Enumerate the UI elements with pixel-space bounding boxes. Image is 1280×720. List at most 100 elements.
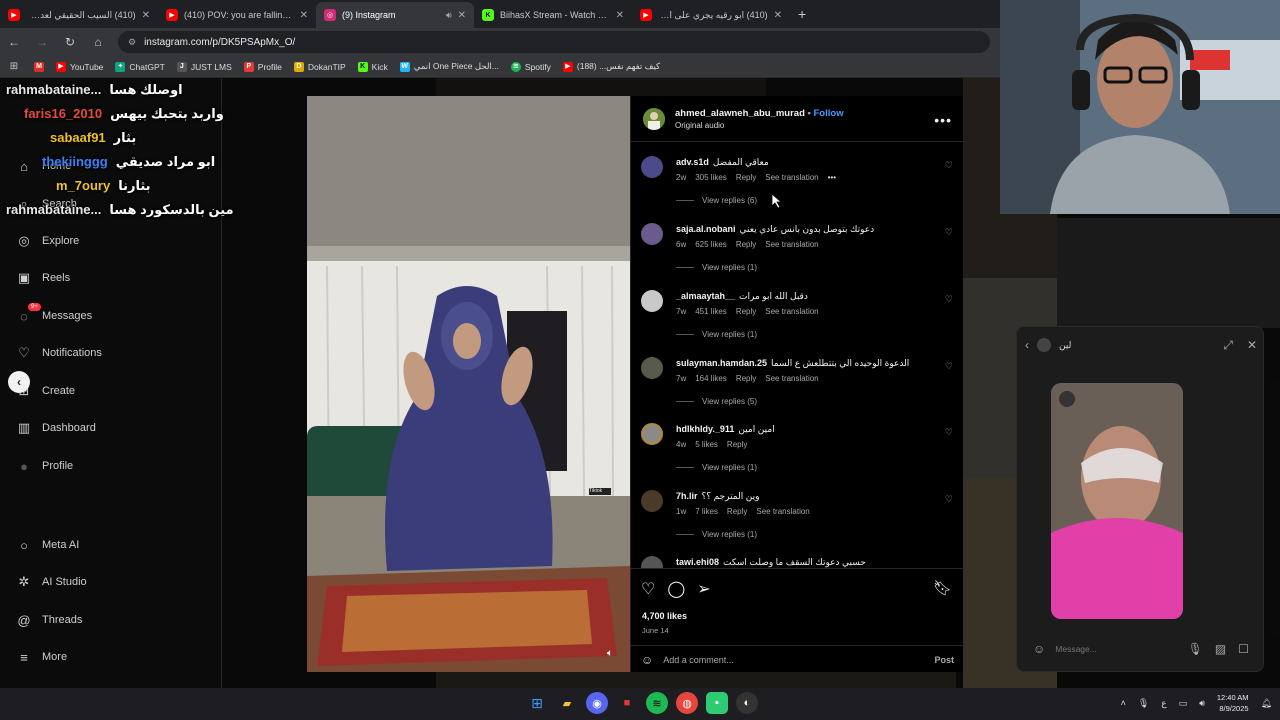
author-avatar[interactable] <box>643 107 665 130</box>
bookmark-item[interactable]: P Profile <box>243 61 282 72</box>
back-chevron-icon[interactable]: ‹ <box>1025 338 1029 352</box>
comment-username[interactable]: tawi.ehi08 <box>676 557 719 567</box>
reply-button[interactable]: Reply <box>727 507 747 516</box>
spotify-icon[interactable]: ≋ <box>646 692 668 714</box>
follow-button[interactable]: Follow <box>814 108 844 119</box>
view-replies-button[interactable]: View replies (1) <box>676 263 757 272</box>
sidebar-item-profile[interactable]: ● Profile <box>16 458 73 474</box>
recorder-icon[interactable]: ■ <box>616 692 638 714</box>
close-tab-icon[interactable]: ✕ <box>142 10 150 21</box>
view-replies-button[interactable]: View replies (5) <box>676 397 757 406</box>
share-icon[interactable]: ➢ <box>697 579 710 599</box>
sidebar-item-explore[interactable]: ◎ Explore <box>16 233 79 249</box>
reply-button[interactable]: Reply <box>736 307 756 316</box>
discord-icon[interactable]: ◉ <box>586 692 608 714</box>
emoji-icon[interactable]: ☺ <box>1033 642 1045 656</box>
windows-start-icon[interactable]: ⊞ <box>526 692 548 714</box>
apps-grid-icon[interactable]: ⊞ <box>6 61 22 72</box>
reload-icon[interactable]: ↻ <box>62 35 78 49</box>
file-explorer-icon[interactable]: ▰ <box>556 692 578 714</box>
comment-username[interactable]: hdlkhldy._911 <box>676 424 734 434</box>
like-icon[interactable]: ♡ <box>641 579 655 599</box>
chrome-icon[interactable]: ◍ <box>676 692 698 714</box>
reply-button[interactable]: Reply <box>727 440 747 449</box>
bookmark-icon[interactable]: 🔖︎ <box>933 579 952 597</box>
mute-icon[interactable]: 🔈︎ <box>607 648 613 659</box>
browser-tab[interactable]: K BiihasX Stream - Watch Live on ✕ <box>474 2 632 28</box>
comment-username[interactable]: 7h.lir <box>676 491 698 501</box>
see-translation-button[interactable]: See translation <box>765 374 818 383</box>
commenter-avatar[interactable] <box>641 490 663 512</box>
url-bar[interactable]: ⚙ instagram.com/p/DK5PSApMx_O/ <box>118 31 990 53</box>
speaker-icon[interactable]: 🔊︎ <box>446 10 452 21</box>
sidebar-item-meta-ai[interactable]: ○ Meta AI <box>16 537 79 553</box>
view-replies-button[interactable]: View replies (1) <box>676 330 757 339</box>
reply-button[interactable]: Reply <box>736 240 756 249</box>
bookmark-item[interactable]: ≋ Spotify <box>510 61 551 72</box>
author-username[interactable]: ahmed_alawneh_abu_murad <box>675 108 805 119</box>
see-translation-button[interactable]: See translation <box>765 173 818 182</box>
expand-icon[interactable]: ⤢ <box>1223 338 1233 353</box>
site-info-icon[interactable]: ⚙ <box>128 37 136 48</box>
microphone-icon[interactable]: 🎙︎ <box>1138 698 1149 709</box>
close-tab-icon[interactable]: ✕ <box>300 10 308 21</box>
sidebar-item-more[interactable]: ≡ More <box>16 649 67 665</box>
commenter-avatar[interactable] <box>641 290 663 312</box>
audio-label[interactable]: Original audio <box>675 121 844 130</box>
bookmark-item[interactable]: K Kick <box>357 61 388 72</box>
dm-avatar[interactable] <box>1037 338 1051 352</box>
more-options-icon[interactable]: ••• <box>934 112 952 128</box>
home-icon[interactable]: ⌂ <box>90 35 106 49</box>
view-replies-button[interactable]: View replies (1) <box>676 463 757 472</box>
comment-options-icon[interactable]: ••• <box>828 173 836 182</box>
sidebar-item-threads[interactable]: @ Threads <box>16 612 82 628</box>
comment-likes[interactable]: 7 likes <box>695 507 718 516</box>
language-indicator[interactable]: ع <box>1161 698 1166 709</box>
like-comment-icon[interactable]: ♡ <box>945 160 953 171</box>
bookmark-item[interactable]: ▶ YouTube <box>56 61 103 72</box>
see-translation-button[interactable]: See translation <box>765 240 818 249</box>
commenter-avatar[interactable] <box>641 223 663 245</box>
comment-likes[interactable]: 305 likes <box>695 173 727 182</box>
network-icon[interactable]: ▭ <box>1179 698 1188 709</box>
back-arrow-icon[interactable]: ← <box>6 35 22 49</box>
commenter-avatar[interactable] <box>641 423 663 445</box>
comment-input[interactable]: Add a comment... <box>663 655 734 665</box>
comment-likes[interactable]: 5 likes <box>695 440 718 449</box>
sidebar-item-dashboard[interactable]: ▥ Dashboard <box>16 420 96 436</box>
see-translation-button[interactable]: See translation <box>756 507 809 516</box>
shared-reel-card[interactable] <box>1051 383 1183 619</box>
like-comment-icon[interactable]: ♡ <box>945 227 953 238</box>
comment-username[interactable]: sulayman.hamdan.25 <box>676 358 767 368</box>
obs-icon[interactable]: ◐ <box>736 692 758 714</box>
app-icon[interactable]: ▪ <box>706 692 728 714</box>
commenter-avatar[interactable] <box>641 357 663 379</box>
like-comment-icon[interactable]: ♡ <box>945 361 953 372</box>
tray-overflow-icon[interactable]: ˄ <box>1121 698 1126 708</box>
close-tab-icon[interactable]: ✕ <box>774 10 782 21</box>
like-comment-icon[interactable]: ♡ <box>945 494 953 505</box>
reply-button[interactable]: Reply <box>736 173 756 182</box>
volume-icon[interactable]: 🔊︎ <box>1199 698 1205 709</box>
microphone-icon[interactable]: 🎙︎ <box>1188 642 1203 656</box>
bookmark-item[interactable]: J JUST LMS <box>176 61 232 72</box>
dm-contact-name[interactable]: لين <box>1059 340 1071 351</box>
bookmark-item[interactable]: ▶ كيف تفهم نفس... (188) <box>562 61 660 72</box>
image-icon[interactable]: ▨ <box>1215 642 1226 656</box>
browser-tab[interactable]: ▶ (410) POV: you are falling in love ✕ <box>158 2 316 28</box>
bookmark-item[interactable]: D DokanTIP <box>293 61 346 72</box>
close-tab-icon[interactable]: ✕ <box>616 10 624 21</box>
browser-tab[interactable]: ▶ (410) ابو رقيه يجري على الشاطئ ✕ <box>632 2 790 28</box>
comment-icon[interactable]: ◯ <box>667 579 685 599</box>
bookmark-gmail[interactable]: M <box>34 61 44 72</box>
like-comment-icon[interactable]: ♡ <box>945 427 953 438</box>
comment-likes[interactable]: 164 likes <box>695 374 727 383</box>
browser-tab-active[interactable]: ◎ (9) Instagram 🔊︎ ✕ <box>316 2 474 28</box>
previous-post-button[interactable]: ‹ <box>8 371 30 393</box>
comments-list[interactable]: adv.s1d معاقي المفضل 2w 305 likes Reply See … <box>631 142 964 568</box>
comment-username[interactable]: saja.al.nobani <box>676 224 736 234</box>
commenter-avatar[interactable] <box>641 556 663 568</box>
new-tab-icon[interactable]: + <box>790 6 814 28</box>
sidebar-item-notifications[interactable]: ♡ Notifications <box>16 345 102 361</box>
comment-username[interactable]: _almaaytah__ <box>676 291 735 301</box>
